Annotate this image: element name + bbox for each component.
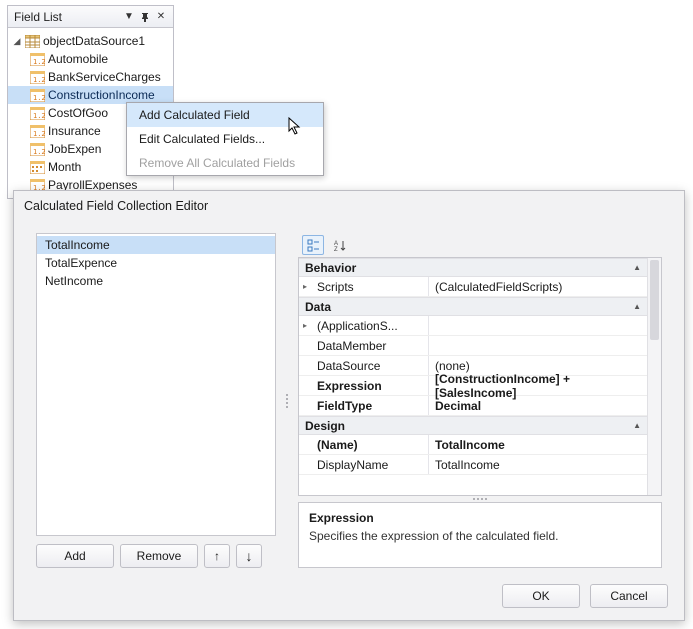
property-category[interactable]: Behavior▲: [299, 258, 647, 277]
property-key: ▸Scripts: [299, 277, 429, 296]
svg-text:Z: Z: [334, 247, 338, 252]
ok-button[interactable]: OK: [502, 584, 580, 608]
remove-button[interactable]: Remove: [120, 544, 198, 568]
categorized-icon[interactable]: [302, 235, 324, 255]
description-panel: Expression Specifies the expression of t…: [298, 502, 662, 568]
property-value[interactable]: Decimal: [429, 396, 647, 415]
property-value[interactable]: TotalIncome: [429, 455, 647, 474]
property-row[interactable]: Expression[ConstructionIncome] + [SalesI…: [299, 376, 647, 396]
property-row[interactable]: FieldTypeDecimal: [299, 396, 647, 416]
property-key: ▸(ApplicationS...: [299, 316, 429, 335]
svg-text:1.2: 1.2: [33, 94, 45, 102]
field-label: BankServiceCharges: [48, 70, 161, 84]
add-button[interactable]: Add: [36, 544, 114, 568]
svg-text:1.2: 1.2: [33, 112, 45, 120]
property-category[interactable]: Data▲: [299, 297, 647, 316]
calc-field-listbox[interactable]: TotalIncomeTotalExpenceNetIncome: [36, 233, 276, 536]
expand-arrow-icon: ◢: [12, 37, 22, 46]
datasource-icon: [25, 35, 40, 48]
property-row[interactable]: ▸Scripts(CalculatedFieldScripts): [299, 277, 647, 297]
property-key: Expression: [299, 376, 429, 395]
property-value[interactable]: TotalIncome: [429, 435, 647, 454]
svg-text:1.2: 1.2: [33, 148, 45, 156]
property-key: DisplayName: [299, 455, 429, 474]
context-menu-item: Remove All Calculated Fields: [127, 151, 323, 175]
context-menu-item[interactable]: Edit Calculated Fields...: [127, 127, 323, 151]
list-item[interactable]: NetIncome: [37, 272, 275, 290]
property-side: AZ Behavior▲▸Scripts(CalculatedFieldScri…: [298, 233, 662, 568]
pin-icon[interactable]: [137, 9, 153, 25]
property-key: DataSource: [299, 356, 429, 375]
collapse-icon: ▲: [633, 302, 641, 311]
numeric-icon: 1.2: [30, 53, 45, 66]
numeric-icon: 1.2: [30, 125, 45, 138]
calculated-field-editor: Calculated Field Collection Editor Total…: [13, 190, 685, 621]
calendar-icon: [30, 161, 45, 174]
property-row[interactable]: DisplayNameTotalIncome: [299, 455, 647, 475]
property-key: DataMember: [299, 336, 429, 355]
field-label: CostOfGoo: [48, 106, 108, 120]
svg-text:1.2: 1.2: [33, 76, 45, 84]
field-label: Automobile: [48, 52, 108, 66]
collapse-icon: ▲: [633, 263, 641, 272]
collapse-icon: ▲: [633, 421, 641, 430]
property-grid[interactable]: Behavior▲▸Scripts(CalculatedFieldScripts…: [299, 258, 647, 495]
move-up-button[interactable]: ↑: [204, 544, 230, 568]
expand-icon[interactable]: ▸: [303, 321, 307, 330]
context-menu: Add Calculated FieldEdit Calculated Fiel…: [126, 102, 324, 176]
property-row[interactable]: DataMember: [299, 336, 647, 356]
expand-icon[interactable]: ▸: [303, 282, 307, 291]
field-label: ConstructionIncome: [48, 88, 155, 102]
numeric-icon: 1.2: [30, 143, 45, 156]
field-label: Insurance: [48, 124, 101, 138]
dropdown-icon[interactable]: ▼: [121, 9, 137, 25]
property-key: (Name): [299, 435, 429, 454]
description-text: Specifies the expression of the calculat…: [309, 529, 651, 543]
editor-title: Calculated Field Collection Editor: [14, 191, 684, 221]
cancel-button[interactable]: Cancel: [590, 584, 668, 608]
property-row[interactable]: ▸(ApplicationS...: [299, 316, 647, 336]
numeric-icon: 1.2: [30, 89, 45, 102]
property-key: FieldType: [299, 396, 429, 415]
close-icon[interactable]: ✕: [153, 9, 169, 25]
svg-text:1.2: 1.2: [33, 130, 45, 138]
list-item[interactable]: TotalIncome: [37, 236, 275, 254]
property-value[interactable]: [429, 336, 647, 355]
field-node[interactable]: 1.2BankServiceCharges: [8, 68, 173, 86]
alphabetical-icon[interactable]: AZ: [330, 235, 352, 255]
field-list-title: Field List: [12, 10, 121, 24]
context-menu-item[interactable]: Add Calculated Field: [127, 103, 323, 127]
field-label: JobExpen: [48, 142, 101, 156]
property-value[interactable]: [429, 316, 647, 335]
field-label: Month: [48, 160, 81, 174]
description-title: Expression: [309, 511, 651, 525]
field-list-side: TotalIncomeTotalExpenceNetIncome Add Rem…: [36, 233, 276, 568]
property-category[interactable]: Design▲: [299, 416, 647, 435]
field-node[interactable]: 1.2Automobile: [8, 50, 173, 68]
data-source-node[interactable]: ◢ objectDataSource1: [8, 32, 173, 50]
property-scrollbar[interactable]: [647, 258, 661, 495]
numeric-icon: 1.2: [30, 107, 45, 120]
field-list-header: Field List ▼ ✕: [8, 6, 173, 28]
data-source-label: objectDataSource1: [43, 34, 145, 48]
vertical-splitter[interactable]: [284, 233, 290, 568]
move-down-button[interactable]: ↓: [236, 544, 262, 568]
svg-text:1.2: 1.2: [33, 58, 45, 66]
property-value[interactable]: [ConstructionIncome] + [SalesIncome]: [429, 376, 647, 395]
property-value[interactable]: (CalculatedFieldScripts): [429, 277, 647, 296]
numeric-icon: 1.2: [30, 71, 45, 84]
property-row[interactable]: (Name)TotalIncome: [299, 435, 647, 455]
list-item[interactable]: TotalExpence: [37, 254, 275, 272]
